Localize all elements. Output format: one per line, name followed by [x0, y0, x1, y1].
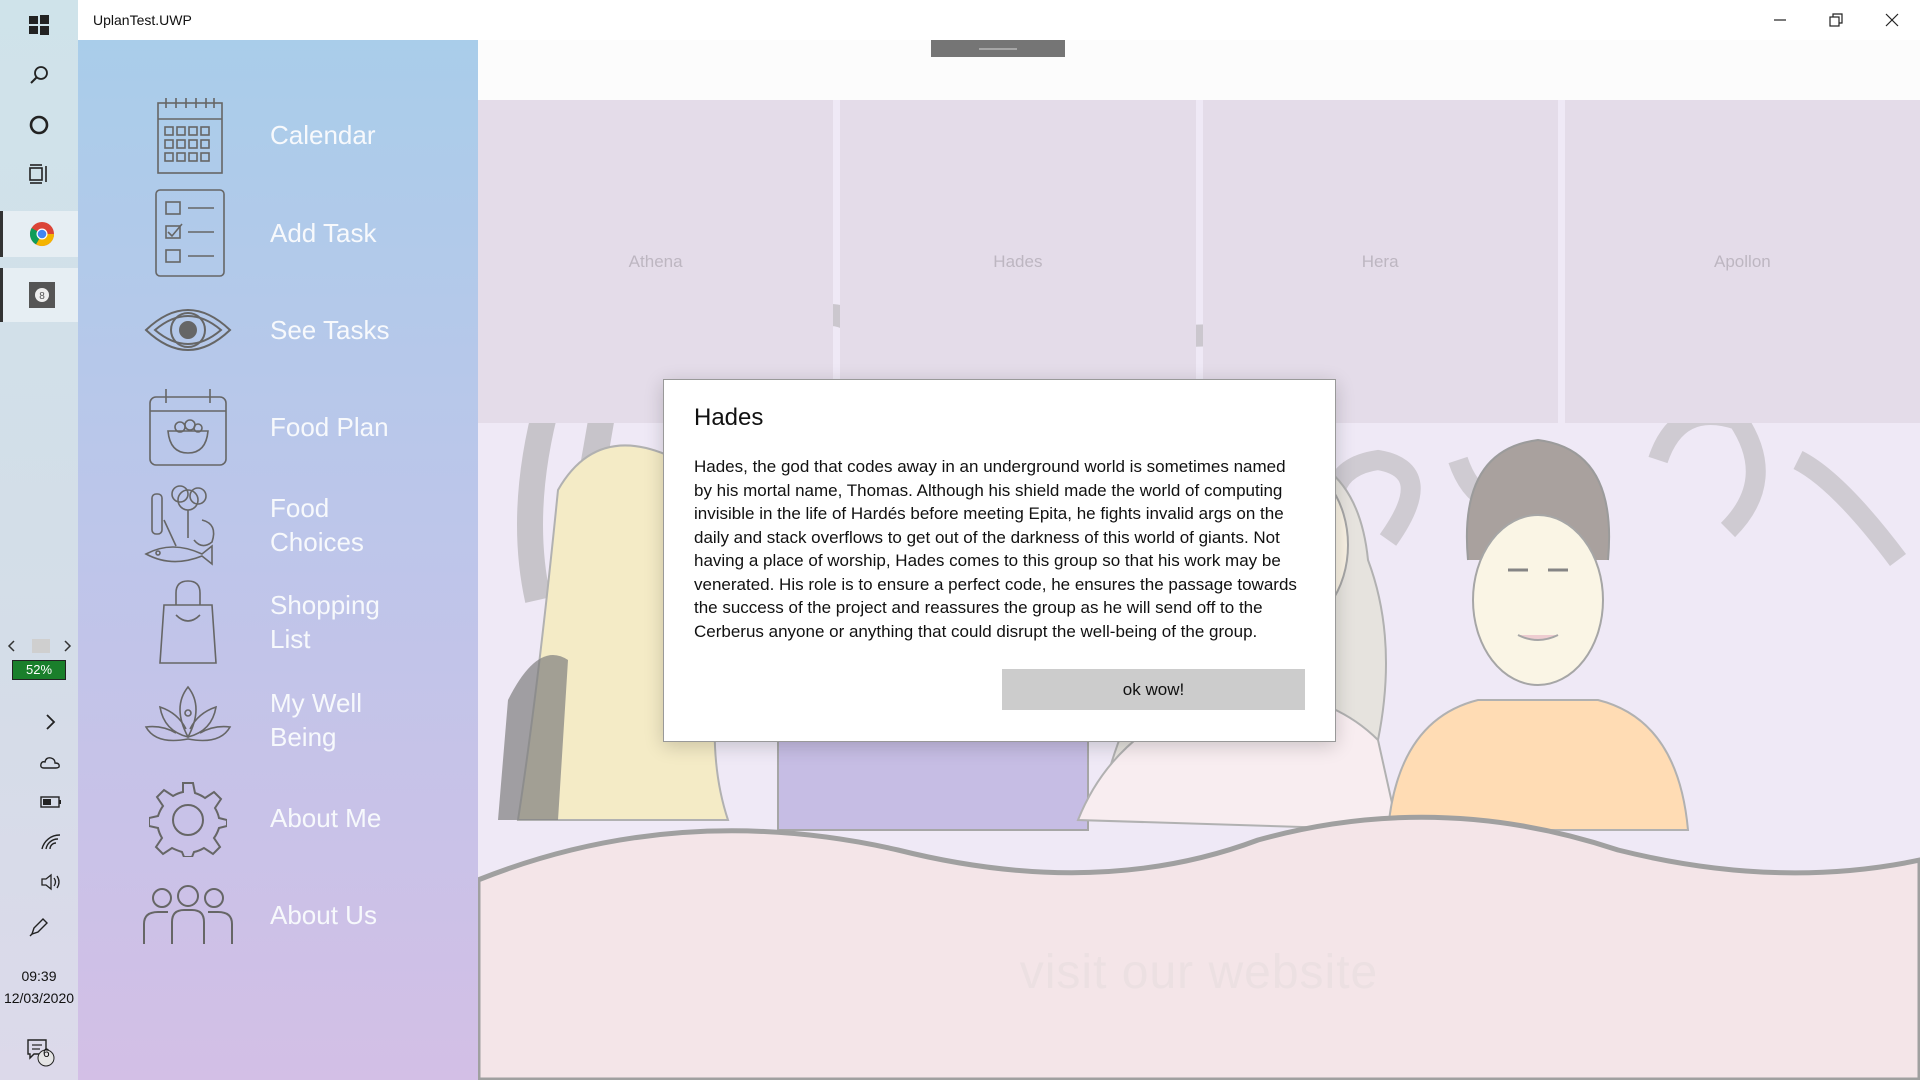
vegetables-icon [138, 480, 238, 570]
close-button[interactable] [1864, 0, 1920, 40]
sidebar-item-calendar[interactable]: Calendar [138, 90, 458, 180]
food-calendar-icon [138, 382, 238, 472]
sidebar-item-label: Shopping List [270, 590, 380, 654]
sidebar-item-label: My Well Being [270, 688, 362, 752]
group-icon [138, 870, 238, 960]
search-icon[interactable] [0, 53, 78, 97]
windows-start-icon[interactable] [0, 3, 78, 47]
sidebar-item-add-task[interactable]: Add Task [138, 188, 458, 278]
notification-center-icon[interactable]: 6 [0, 1030, 78, 1074]
lotus-icon [138, 675, 238, 765]
sidebar-item-label: Food Plan [270, 412, 389, 442]
sidebar-item-food-choices[interactable]: Food Choices [138, 480, 458, 570]
ok-button[interactable]: ok wow! [1002, 669, 1305, 710]
sidebar-item-food-plan[interactable]: Food Plan [138, 382, 458, 472]
dialog-title: Hades [694, 404, 764, 431]
window-title: UplanTest.UWP [93, 12, 192, 28]
task-view-icon[interactable] [0, 152, 78, 196]
restore-icon [1829, 13, 1843, 27]
clock-date[interactable]: 12/03/2020 [0, 990, 78, 1006]
eye-icon [138, 285, 238, 375]
minimize-button[interactable] [1752, 0, 1808, 40]
sidebar-item-label: About Us [270, 900, 377, 930]
sidebar-item-my-well-being[interactable]: My Well Being [138, 675, 458, 765]
sidebar-item-label: About Me [270, 803, 382, 833]
cortana-icon[interactable] [0, 103, 78, 147]
clock-time[interactable]: 09:39 [0, 968, 78, 984]
restore-button[interactable] [1808, 0, 1864, 40]
notification-count: 6 [43, 1046, 50, 1060]
sidebar-item-label: Food Choices [270, 493, 364, 557]
close-icon [1885, 13, 1899, 27]
calendar-icon [138, 90, 238, 180]
dialog-body: Hades, the god that codes away in an und… [694, 457, 1297, 641]
uplan-app-icon[interactable]: 8 [0, 268, 81, 322]
sidebar-nav: Calendar Add Task See Tasks Food Plan Fo… [78, 40, 478, 1080]
pen-icon[interactable] [0, 905, 78, 949]
sidebar-item-about-me[interactable]: About Me [138, 773, 458, 863]
svg-text:8: 8 [39, 291, 45, 302]
sidebar-item-see-tasks[interactable]: See Tasks [138, 285, 458, 375]
sidebar-item-label: Add Task [270, 218, 377, 248]
minimize-icon [1774, 19, 1786, 21]
sidebar-item-shopping-list[interactable]: Shopping List [138, 577, 458, 667]
battery-indicator: 52% [12, 660, 66, 680]
member-info-dialog: Hades Hades, the god that codes away in … [663, 379, 1336, 742]
title-bar[interactable]: UplanTest.UWP [78, 0, 1920, 40]
chrome-icon[interactable] [0, 211, 81, 257]
gear-icon [138, 773, 238, 863]
taskbar: 8 52% 09:39 12/03/2020 6 [0, 0, 81, 1080]
checklist-icon [138, 188, 238, 278]
sidebar-item-label: Calendar [270, 120, 376, 150]
sidebar-item-about-us[interactable]: About Us [138, 870, 458, 960]
sidebar-item-label: See Tasks [270, 315, 390, 345]
shopping-bag-icon [138, 577, 238, 667]
